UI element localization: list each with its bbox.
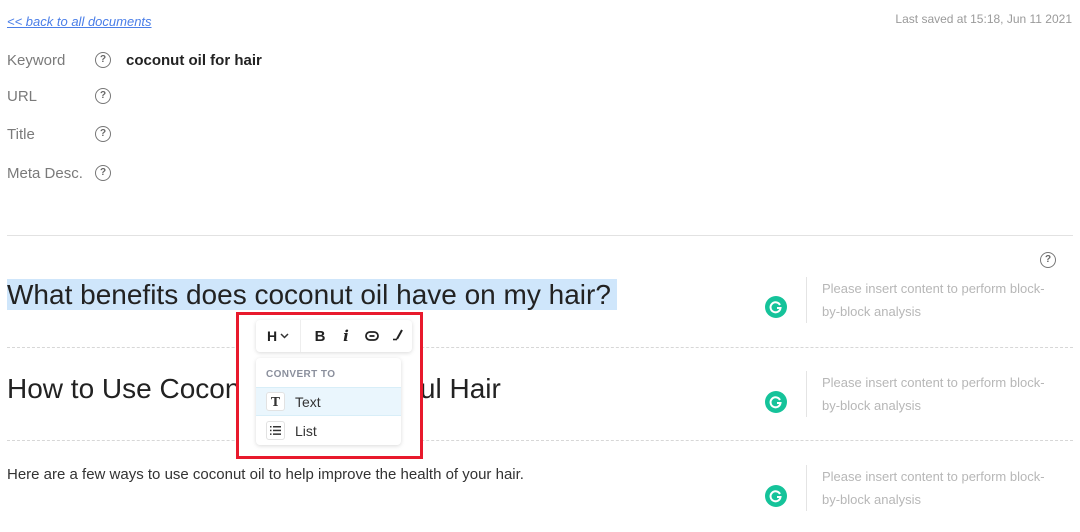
grammarly-g-icon[interactable] <box>765 296 787 318</box>
block-analysis-message: Please insert content to perform block- … <box>822 465 1067 511</box>
analysis-text: by-block analysis <box>822 304 921 319</box>
title-label: Title <box>7 125 35 143</box>
grammarly-g-icon[interactable] <box>765 391 787 413</box>
analysis-text: Please insert content to perform block- <box>822 375 1045 390</box>
editor-block-heading-1[interactable]: What benefits does coconut oil have on m… <box>7 277 617 313</box>
selected-heading-text[interactable]: What benefits does coconut oil have on m… <box>7 279 617 310</box>
help-icon[interactable]: ? <box>95 52 111 68</box>
analysis-text: Please insert content to perform block- <box>822 281 1045 296</box>
analysis-text: by-block analysis <box>822 398 921 413</box>
heading-2-text-left: How to Use Cocon <box>7 373 241 404</box>
analysis-divider <box>806 277 807 323</box>
back-to-documents-link[interactable]: << back to all documents <box>7 14 152 29</box>
analysis-text: Please insert content to perform block- <box>822 469 1045 484</box>
grammarly-g-icon[interactable] <box>765 485 787 507</box>
analysis-divider <box>806 465 807 511</box>
meta-row-url: URL ? <box>7 86 126 106</box>
section-divider <box>7 235 1073 236</box>
block-separator <box>7 347 1073 348</box>
meta-row-meta-desc: Meta Desc. ? <box>7 163 126 183</box>
red-highlight-border <box>236 312 423 459</box>
editor-block-paragraph[interactable]: Here are a few ways to use coconut oil t… <box>7 466 524 483</box>
help-icon[interactable]: ? <box>95 165 111 181</box>
meta-row-keyword: Keyword ? coconut oil for hair <box>7 50 262 70</box>
help-icon[interactable]: ? <box>95 126 111 142</box>
last-saved-status: Last saved at 15:18, Jun 11 2021 <box>895 12 1072 26</box>
meta-row-title: Title ? <box>7 124 126 144</box>
keyword-label: Keyword <box>7 51 66 69</box>
block-analysis-message: Please insert content to perform block- … <box>822 371 1067 417</box>
keyword-value[interactable]: coconut oil for hair <box>126 52 262 69</box>
analysis-divider <box>806 371 807 417</box>
help-icon[interactable]: ? <box>95 88 111 104</box>
analysis-help-icon[interactable]: ? <box>1040 252 1056 268</box>
meta-desc-label: Meta Desc. <box>7 164 83 182</box>
url-label: URL <box>7 87 38 105</box>
block-separator <box>7 440 1073 441</box>
analysis-text: by-block analysis <box>822 492 921 507</box>
block-analysis-message: Please insert content to perform block- … <box>822 277 1067 323</box>
